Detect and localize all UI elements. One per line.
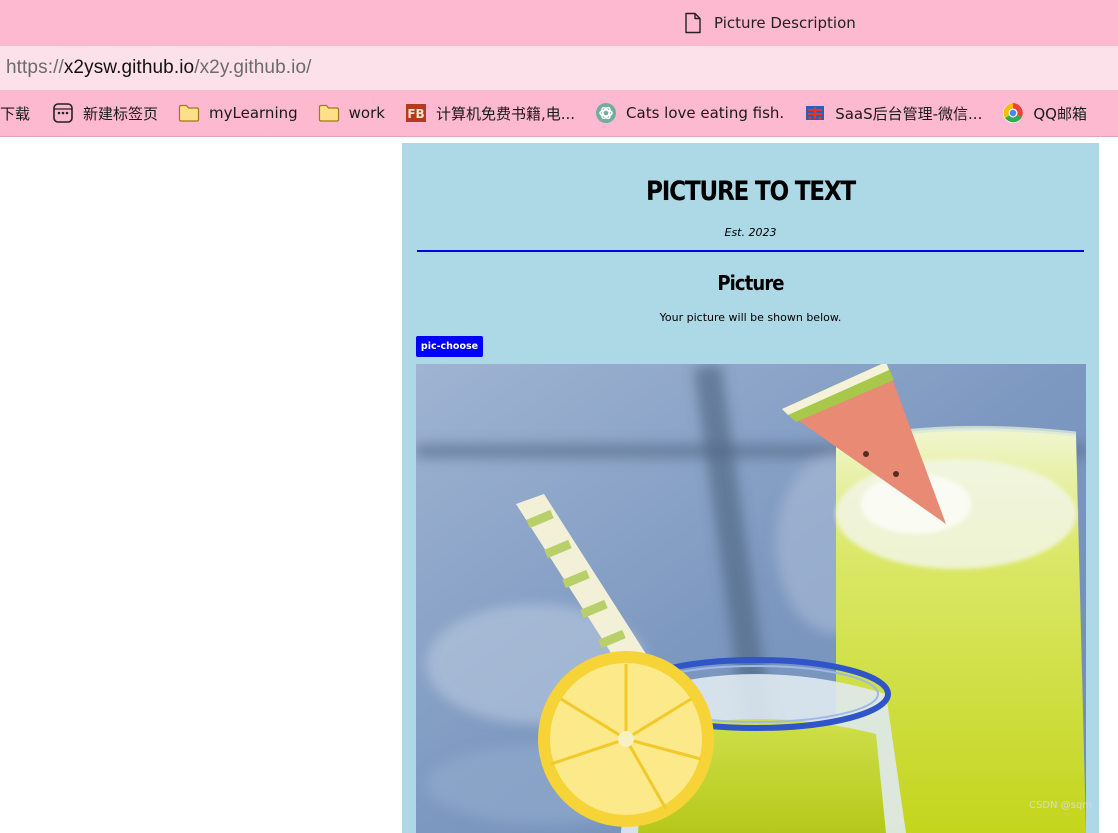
drinks-photo — [416, 364, 1086, 833]
document-icon — [683, 12, 703, 34]
bookmark-download[interactable]: 下载 — [0, 103, 30, 124]
url-path: /x2y.github.io/ — [194, 57, 312, 78]
bookmarks-bar: 下载 新建标签页 myLearning work FB 计算机免费书籍,电...… — [0, 90, 1118, 137]
svg-text:FB: FB — [407, 107, 424, 121]
folder-icon — [318, 102, 340, 124]
bookmark-label: QQ邮箱 — [1033, 104, 1087, 123]
bookmark-qq-mail[interactable]: QQ邮箱 — [1002, 102, 1087, 124]
bookmark-label: work — [348, 104, 385, 122]
bookmark-label: 新建标签页 — [83, 104, 159, 123]
established-text: Est. 2023 — [724, 226, 777, 239]
bookmark-free-books[interactable]: FB 计算机免费书籍,电... — [405, 102, 575, 124]
url-text[interactable]: https://x2ysw.github.io/x2y.github.io/ — [6, 57, 312, 79]
new-tab-icon — [52, 102, 74, 124]
site-title: PICTURE TO TEXT — [646, 176, 856, 207]
section-title: Picture — [717, 271, 784, 295]
bookmark-folder-mylearning[interactable]: myLearning — [178, 102, 298, 124]
url-scheme: https:// — [6, 57, 64, 78]
qq-mail-icon — [1002, 102, 1024, 124]
address-bar[interactable]: https://x2ysw.github.io/x2y.github.io/ — [0, 46, 1118, 90]
bookmark-label: myLearning — [209, 104, 298, 122]
bookmark-label: 计算机免费书籍,电... — [435, 104, 576, 123]
saas-logo-icon — [804, 102, 826, 124]
url-host: x2ysw.github.io — [63, 57, 195, 78]
openai-icon — [595, 102, 617, 124]
bookmark-saas-admin[interactable]: SaaS后台管理-微信... — [804, 102, 982, 124]
bookmark-cats-love-fish[interactable]: Cats love eating fish. — [595, 102, 784, 124]
bookmark-label: SaaS后台管理-微信... — [835, 104, 983, 123]
bookmark-folder-work[interactable]: work — [318, 102, 385, 124]
bookmark-label: 下载 — [0, 104, 31, 123]
bookmark-label: Cats love eating fish. — [626, 104, 785, 122]
picture-preview — [416, 364, 1086, 833]
tab-title: Picture Description — [714, 14, 856, 32]
fb-logo-icon: FB — [405, 102, 427, 124]
folder-icon — [178, 102, 200, 124]
section-subtitle: Your picture will be shown below. — [659, 311, 842, 324]
browser-tab[interactable]: Picture Description — [683, 10, 856, 36]
pic-choose-button[interactable]: pic-choose — [416, 336, 483, 357]
bookmark-new-tab[interactable]: 新建标签页 — [52, 102, 158, 124]
browser-titlebar: Picture Description — [0, 0, 1118, 46]
page-panel: PICTURE TO TEXT Est. 2023 Picture Your p… — [402, 143, 1099, 833]
watermark: CSDN @sqm — [1029, 800, 1092, 811]
divider — [417, 250, 1084, 252]
